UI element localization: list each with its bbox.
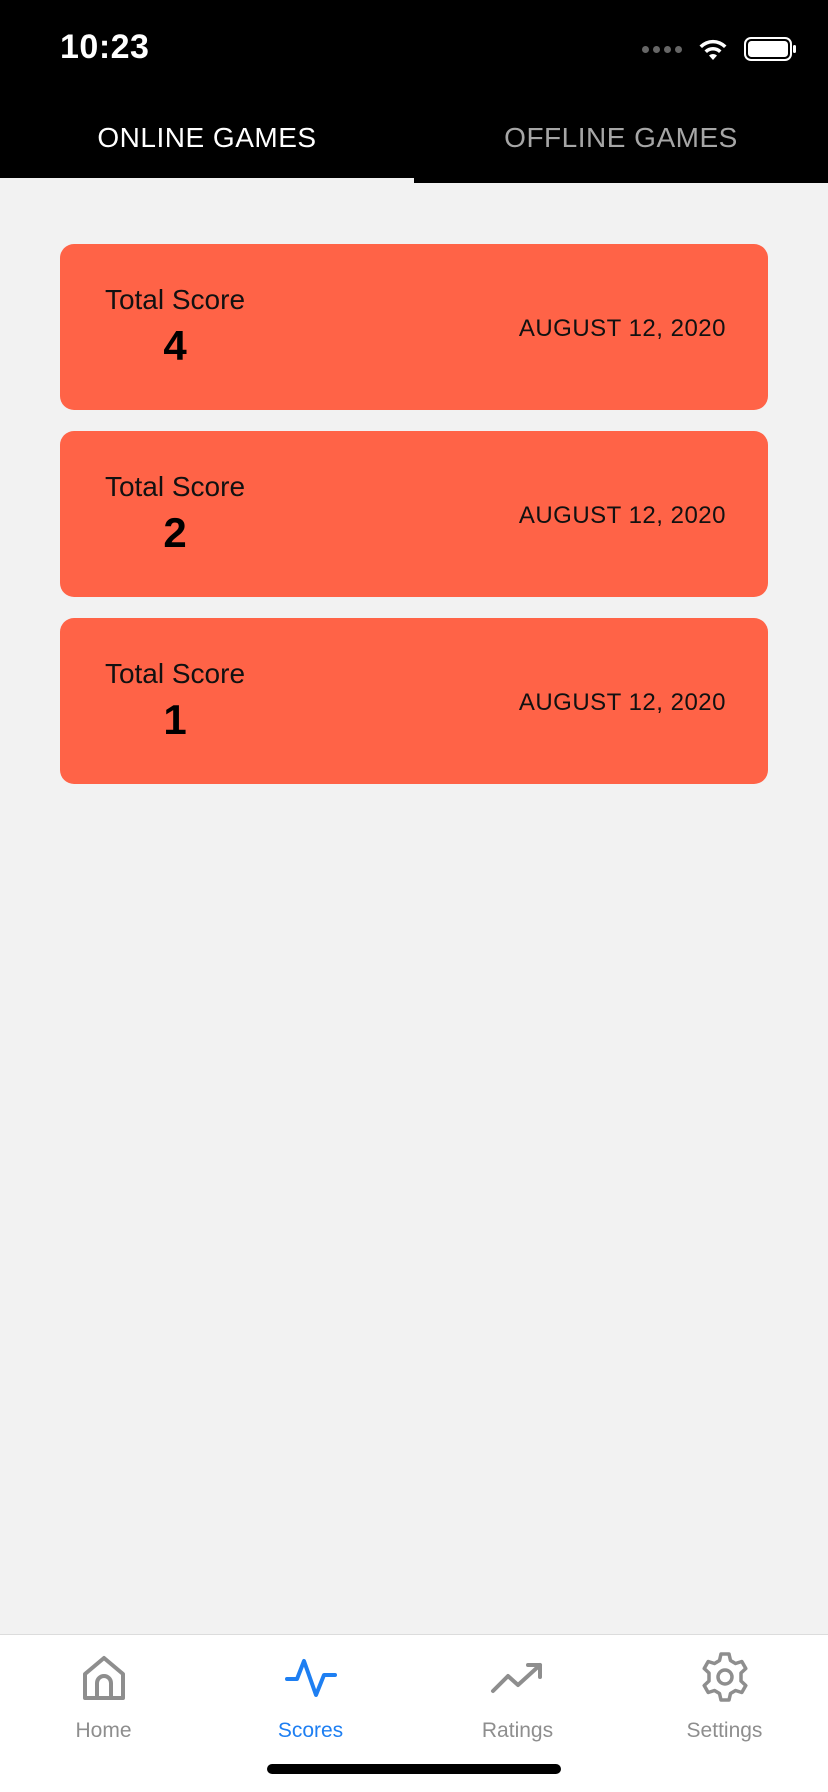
trending-up-icon — [490, 1663, 542, 1693]
total-score-label: Total Score — [104, 284, 246, 315]
scores-screen: 10:23 ONLINE GAMES OFFLINE GAMES Total S… — [0, 0, 828, 1792]
home-icon — [82, 1656, 125, 1700]
game-date: AUGUST 12, 2020 — [518, 502, 726, 529]
nav-label-settings: Settings — [686, 1719, 763, 1742]
nav-home[interactable]: Home — [0, 1635, 207, 1792]
total-score-value: 4 — [163, 322, 187, 369]
score-card[interactable]: Total Score 4 AUGUST 12, 2020 — [60, 244, 768, 410]
tab-online-games[interactable]: ONLINE GAMES — [0, 100, 414, 183]
score-card[interactable]: Total Score 2 AUGUST 12, 2020 — [60, 431, 768, 597]
total-score-value: 1 — [163, 696, 187, 743]
home-indicator[interactable] — [267, 1764, 561, 1774]
total-score-label: Total Score — [104, 471, 246, 502]
score-card[interactable]: Total Score 1 AUGUST 12, 2020 — [60, 618, 768, 784]
activity-icon — [284, 1659, 337, 1697]
nav-label-ratings: Ratings — [481, 1719, 554, 1742]
status-icons — [642, 36, 798, 62]
active-tab-indicator — [0, 178, 414, 183]
total-score-label: Total Score — [104, 658, 246, 689]
game-date: AUGUST 12, 2020 — [518, 689, 726, 716]
wifi-icon — [699, 39, 727, 60]
nav-settings[interactable]: Settings — [621, 1635, 828, 1792]
game-date: AUGUST 12, 2020 — [518, 315, 726, 342]
tab-offline-games[interactable]: OFFLINE GAMES — [414, 100, 828, 183]
top-tabs: ONLINE GAMES OFFLINE GAMES — [0, 100, 828, 183]
battery-icon — [744, 37, 796, 61]
nav-label-scores: Scores — [277, 1719, 344, 1742]
gear-icon — [701, 1652, 748, 1702]
cellular-signal-icon — [642, 45, 682, 53]
header: 10:23 ONLINE GAMES OFFLINE GAMES — [0, 0, 828, 183]
nav-label-home: Home — [75, 1719, 132, 1742]
status-time: 10:23 — [60, 28, 150, 66]
score-list: Total Score 4 AUGUST 12, 2020 Total Scor… — [60, 244, 768, 805]
total-score-value: 2 — [163, 509, 187, 556]
